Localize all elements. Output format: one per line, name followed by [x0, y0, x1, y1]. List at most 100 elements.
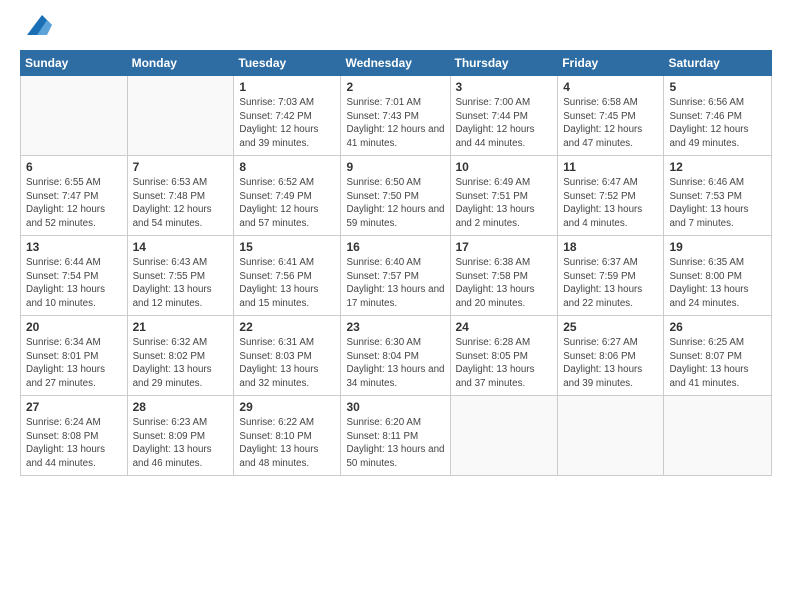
day-info: Sunrise: 7:00 AMSunset: 7:44 PMDaylight:…	[456, 96, 553, 151]
calendar-header-tuesday: Tuesday	[234, 51, 341, 76]
calendar-cell	[664, 396, 772, 476]
calendar-cell: 21 Sunrise: 6:32 AMSunset: 8:02 PMDayligh…	[127, 316, 234, 396]
calendar-cell	[450, 396, 558, 476]
calendar-cell: 8 Sunrise: 6:52 AMSunset: 7:49 PMDaylight…	[234, 156, 341, 236]
day-info: Sunrise: 6:27 AMSunset: 8:06 PMDaylight:…	[563, 336, 658, 391]
calendar-cell: 23 Sunrise: 6:30 AMSunset: 8:04 PMDayligh…	[341, 316, 450, 396]
day-info: Sunrise: 6:49 AMSunset: 7:51 PMDaylight:…	[456, 176, 553, 231]
calendar-week-3: 20 Sunrise: 6:34 AMSunset: 8:01 PMDayligh…	[21, 316, 772, 396]
day-number: 6	[26, 160, 122, 174]
calendar-cell: 28 Sunrise: 6:23 AMSunset: 8:09 PMDayligh…	[127, 396, 234, 476]
day-number: 8	[239, 160, 335, 174]
day-info: Sunrise: 6:31 AMSunset: 8:03 PMDaylight:…	[239, 336, 335, 391]
calendar-cell: 19 Sunrise: 6:35 AMSunset: 8:00 PMDayligh…	[664, 236, 772, 316]
day-number: 23	[346, 320, 444, 334]
day-number: 22	[239, 320, 335, 334]
calendar-cell: 11 Sunrise: 6:47 AMSunset: 7:52 PMDayligh…	[558, 156, 664, 236]
calendar-week-4: 27 Sunrise: 6:24 AMSunset: 8:08 PMDayligh…	[21, 396, 772, 476]
page: SundayMondayTuesdayWednesdayThursdayFrid…	[0, 0, 792, 612]
calendar-cell: 12 Sunrise: 6:46 AMSunset: 7:53 PMDayligh…	[664, 156, 772, 236]
calendar-cell: 1Sunrise: 7:03 AMSunset: 7:42 PMDaylight…	[234, 76, 341, 156]
calendar-cell: 20 Sunrise: 6:34 AMSunset: 8:01 PMDayligh…	[21, 316, 128, 396]
day-number: 27	[26, 400, 122, 414]
day-info: Sunrise: 6:38 AMSunset: 7:58 PMDaylight:…	[456, 256, 553, 311]
day-number: 17	[456, 240, 553, 254]
day-info: Sunrise: 6:44 AMSunset: 7:54 PMDaylight:…	[26, 256, 122, 311]
calendar-cell: 7Sunrise: 6:53 AMSunset: 7:48 PMDaylight…	[127, 156, 234, 236]
calendar-cell: 2Sunrise: 7:01 AMSunset: 7:43 PMDaylight…	[341, 76, 450, 156]
calendar-cell: 24Sunrise: 6:28 AMSunset: 8:05 PMDayligh…	[450, 316, 558, 396]
calendar-cell: 16 Sunrise: 6:40 AMSunset: 7:57 PMDayligh…	[341, 236, 450, 316]
day-number: 29	[239, 400, 335, 414]
day-info: Sunrise: 6:47 AMSunset: 7:52 PMDaylight:…	[563, 176, 658, 231]
day-number: 13	[26, 240, 122, 254]
day-number: 28	[133, 400, 229, 414]
day-number: 12	[669, 160, 766, 174]
calendar-cell	[127, 76, 234, 156]
day-info: Sunrise: 6:35 AMSunset: 8:00 PMDaylight:…	[669, 256, 766, 311]
calendar-cell: 26 Sunrise: 6:25 AMSunset: 8:07 PMDayligh…	[664, 316, 772, 396]
calendar-cell: 27 Sunrise: 6:24 AMSunset: 8:08 PMDayligh…	[21, 396, 128, 476]
calendar-cell: 18 Sunrise: 6:37 AMSunset: 7:59 PMDayligh…	[558, 236, 664, 316]
calendar-cell	[558, 396, 664, 476]
calendar-cell: 10 Sunrise: 6:49 AMSunset: 7:51 PMDayligh…	[450, 156, 558, 236]
calendar-header-monday: Monday	[127, 51, 234, 76]
calendar-cell: 13 Sunrise: 6:44 AMSunset: 7:54 PMDayligh…	[21, 236, 128, 316]
day-number: 30	[346, 400, 444, 414]
day-info: Sunrise: 6:43 AMSunset: 7:55 PMDaylight:…	[133, 256, 229, 311]
logo	[20, 15, 52, 40]
day-info: Sunrise: 6:23 AMSunset: 8:09 PMDaylight:…	[133, 416, 229, 471]
calendar-cell: 17 Sunrise: 6:38 AMSunset: 7:58 PMDayligh…	[450, 236, 558, 316]
day-info: Sunrise: 6:52 AMSunset: 7:49 PMDaylight:…	[239, 176, 335, 231]
day-number: 14	[133, 240, 229, 254]
day-info: Sunrise: 6:37 AMSunset: 7:59 PMDaylight:…	[563, 256, 658, 311]
day-number: 5	[669, 80, 766, 94]
calendar-cell: 30 Sunrise: 6:20 AMSunset: 8:11 PMDayligh…	[341, 396, 450, 476]
day-number: 11	[563, 160, 658, 174]
day-number: 26	[669, 320, 766, 334]
day-info: Sunrise: 6:40 AMSunset: 7:57 PMDaylight:…	[346, 256, 444, 311]
calendar-header-thursday: Thursday	[450, 51, 558, 76]
day-info: Sunrise: 6:55 AMSunset: 7:47 PMDaylight:…	[26, 176, 122, 231]
calendar-cell: 15 Sunrise: 6:41 AMSunset: 7:56 PMDayligh…	[234, 236, 341, 316]
calendar-cell	[21, 76, 128, 156]
header	[20, 15, 772, 40]
day-number: 10	[456, 160, 553, 174]
day-info: Sunrise: 6:32 AMSunset: 8:02 PMDaylight:…	[133, 336, 229, 391]
day-number: 19	[669, 240, 766, 254]
day-info: Sunrise: 6:25 AMSunset: 8:07 PMDaylight:…	[669, 336, 766, 391]
day-number: 4	[563, 80, 658, 94]
calendar-week-0: 1Sunrise: 7:03 AMSunset: 7:42 PMDaylight…	[21, 76, 772, 156]
day-info: Sunrise: 6:58 AMSunset: 7:45 PMDaylight:…	[563, 96, 658, 151]
day-number: 7	[133, 160, 229, 174]
day-info: Sunrise: 6:28 AMSunset: 8:05 PMDaylight:…	[456, 336, 553, 391]
day-info: Sunrise: 6:24 AMSunset: 8:08 PMDaylight:…	[26, 416, 122, 471]
day-number: 2	[346, 80, 444, 94]
calendar-header-wednesday: Wednesday	[341, 51, 450, 76]
day-info: Sunrise: 6:50 AMSunset: 7:50 PMDaylight:…	[346, 176, 444, 231]
day-number: 21	[133, 320, 229, 334]
calendar-cell: 6 Sunrise: 6:55 AMSunset: 7:47 PMDaylight…	[21, 156, 128, 236]
day-info: Sunrise: 6:41 AMSunset: 7:56 PMDaylight:…	[239, 256, 335, 311]
calendar-cell: 4 Sunrise: 6:58 AMSunset: 7:45 PMDaylight…	[558, 76, 664, 156]
day-info: Sunrise: 6:30 AMSunset: 8:04 PMDaylight:…	[346, 336, 444, 391]
day-number: 1	[239, 80, 335, 94]
day-number: 18	[563, 240, 658, 254]
day-number: 25	[563, 320, 658, 334]
day-number: 20	[26, 320, 122, 334]
day-number: 3	[456, 80, 553, 94]
day-number: 15	[239, 240, 335, 254]
calendar-week-1: 6 Sunrise: 6:55 AMSunset: 7:47 PMDaylight…	[21, 156, 772, 236]
day-number: 16	[346, 240, 444, 254]
calendar-cell: 3 Sunrise: 7:00 AMSunset: 7:44 PMDaylight…	[450, 76, 558, 156]
calendar-header-row: SundayMondayTuesdayWednesdayThursdayFrid…	[21, 51, 772, 76]
day-info: Sunrise: 6:46 AMSunset: 7:53 PMDaylight:…	[669, 176, 766, 231]
calendar-cell: 25 Sunrise: 6:27 AMSunset: 8:06 PMDayligh…	[558, 316, 664, 396]
calendar-cell: 5Sunrise: 6:56 AMSunset: 7:46 PMDaylight…	[664, 76, 772, 156]
day-info: Sunrise: 6:22 AMSunset: 8:10 PMDaylight:…	[239, 416, 335, 471]
calendar-cell: 29 Sunrise: 6:22 AMSunset: 8:10 PMDayligh…	[234, 396, 341, 476]
day-info: Sunrise: 6:20 AMSunset: 8:11 PMDaylight:…	[346, 416, 444, 471]
calendar-cell: 14 Sunrise: 6:43 AMSunset: 7:55 PMDayligh…	[127, 236, 234, 316]
calendar-header-saturday: Saturday	[664, 51, 772, 76]
day-info: Sunrise: 6:34 AMSunset: 8:01 PMDaylight:…	[26, 336, 122, 391]
